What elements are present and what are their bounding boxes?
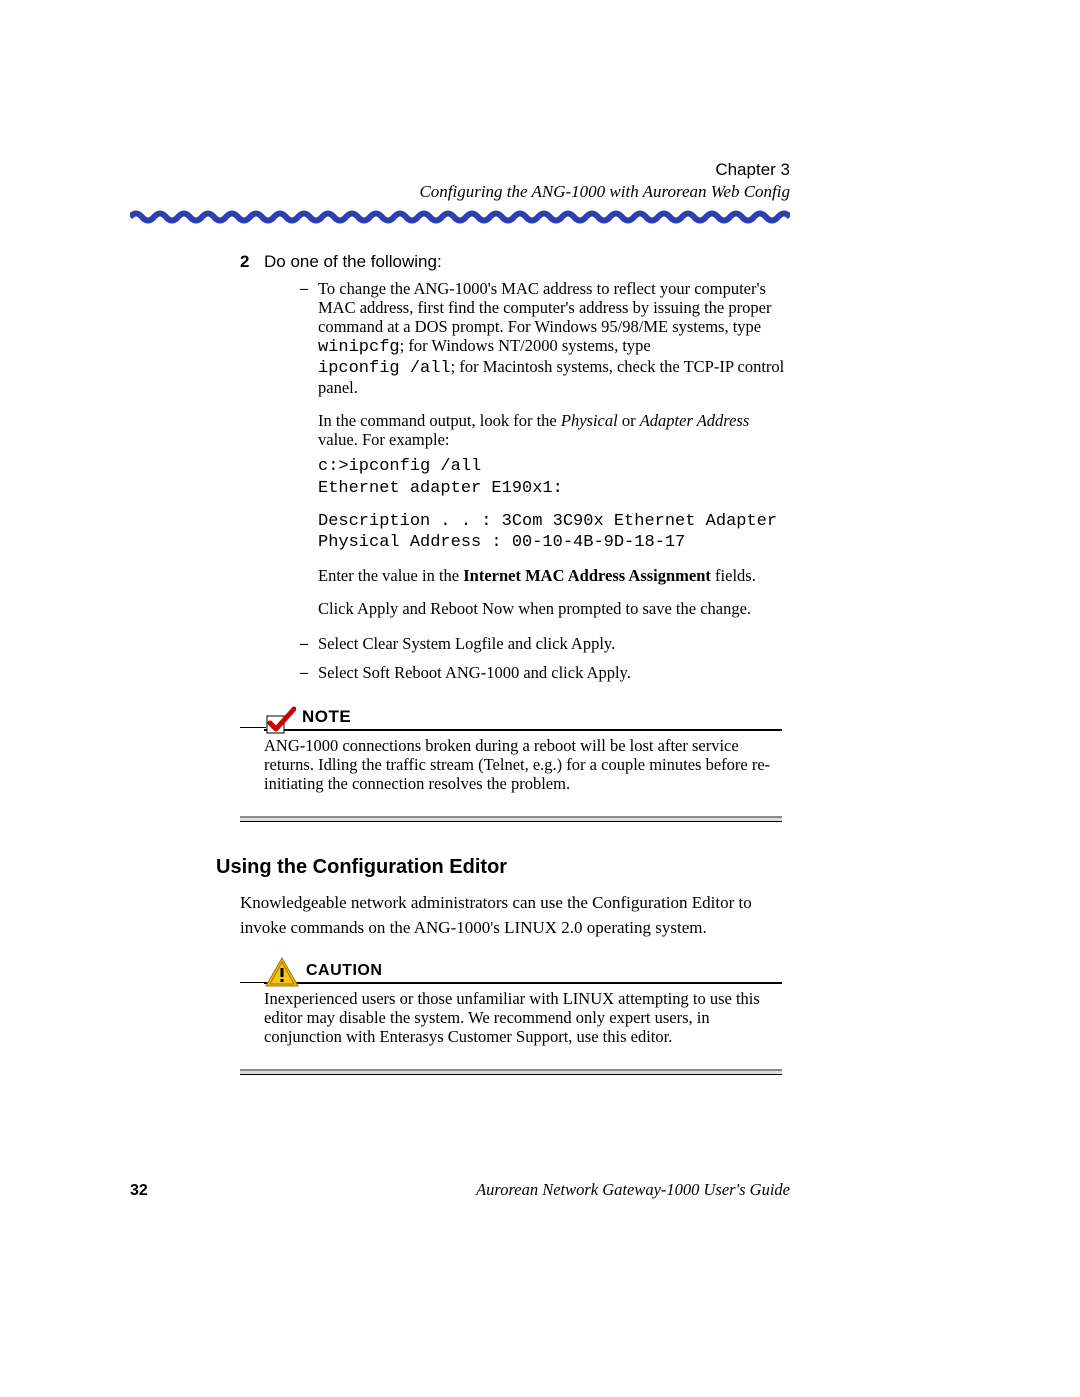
- step-2: 2 Do one of the following:: [240, 252, 790, 272]
- t: To change the ANG-1000's MAC address to …: [318, 279, 771, 336]
- step-text: Do one of the following:: [264, 252, 442, 272]
- note-text: ANG-1000 connections broken during a reb…: [264, 737, 782, 794]
- chapter-subtitle: Configuring the ANG-1000 with Aurorean W…: [130, 182, 790, 202]
- dash-bullet: –: [300, 635, 318, 653]
- sub-item-1-body: To change the ANG-1000's MAC address to …: [318, 280, 790, 619]
- code-block-2: Description . . : 3Com 3C90x Ethernet Ad…: [318, 511, 790, 554]
- sub-item-3-body: Select Soft Reboot ANG-1000 and click Ap…: [318, 664, 790, 683]
- dash-bullet: –: [300, 280, 318, 298]
- sub-item-3: – Select Soft Reboot ANG-1000 and click …: [300, 664, 790, 683]
- wave-divider-icon: [130, 210, 790, 224]
- t: value. For example:: [318, 430, 450, 449]
- checkmark-icon: [264, 705, 296, 735]
- note-label: Note: [302, 707, 351, 729]
- sub-item-2: – Select Clear System Logfile and click …: [300, 635, 790, 654]
- dash-bullet: –: [300, 664, 318, 682]
- page-footer: 32 Aurorean Network Gateway-1000 User's …: [130, 1180, 790, 1200]
- para-2: In the command output, look for the Phys…: [318, 412, 790, 450]
- section-paragraph: Knowledgeable network administrators can…: [240, 891, 782, 940]
- caution-text: Inexperienced users or those unfamiliar …: [264, 990, 782, 1047]
- content-region: 2 Do one of the following: – To change t…: [240, 252, 790, 683]
- ital-physical: Physical: [561, 411, 618, 430]
- page-body: Chapter 3 Configuring the ANG-1000 with …: [130, 160, 790, 1075]
- caution-block: Caution Inexperienced users or those unf…: [240, 956, 782, 1075]
- sublist: – To change the ANG-1000's MAC address t…: [300, 280, 790, 683]
- t: In the command output, look for the: [318, 411, 561, 430]
- note-header: Note: [264, 705, 782, 731]
- caution-header: Caution: [264, 956, 782, 984]
- note-closing-rule: [240, 816, 782, 822]
- inline-code-winipcfg: winipcfg: [318, 338, 400, 357]
- para-1: To change the ANG-1000's MAC address to …: [318, 280, 790, 398]
- ital-adapter-address: Adapter Address: [640, 411, 750, 430]
- para-4: Click Apply and Reboot Now when prompted…: [318, 600, 790, 619]
- note-block: Note ANG-1000 connections broken during …: [240, 705, 782, 822]
- t: fields.: [711, 566, 756, 585]
- sub-item-2-body: Select Clear System Logfile and click Ap…: [318, 635, 790, 654]
- t: ; for Windows NT/2000 systems, type: [400, 336, 651, 355]
- page-number: 32: [130, 1182, 148, 1200]
- bold-mac-assignment: Internet MAC Address Assignment: [463, 566, 711, 585]
- t: or: [618, 411, 640, 430]
- chapter-label: Chapter 3: [130, 160, 790, 180]
- code-block-1: c:>ipconfig /all Ethernet adapter E190x1…: [318, 456, 790, 499]
- caution-closing-rule: [240, 1069, 782, 1075]
- section-heading: Using the Configuration Editor: [216, 856, 790, 879]
- guide-title: Aurorean Network Gateway-1000 User's Gui…: [476, 1180, 790, 1200]
- para-3: Enter the value in the Internet MAC Addr…: [318, 567, 790, 586]
- step-number: 2: [240, 252, 264, 272]
- t: Enter the value in the: [318, 566, 463, 585]
- warning-triangle-icon: [264, 956, 300, 988]
- inline-code-ipconfig: ipconfig /all: [318, 359, 451, 378]
- sub-item-1: – To change the ANG-1000's MAC address t…: [300, 280, 790, 619]
- caution-label: Caution: [306, 962, 382, 982]
